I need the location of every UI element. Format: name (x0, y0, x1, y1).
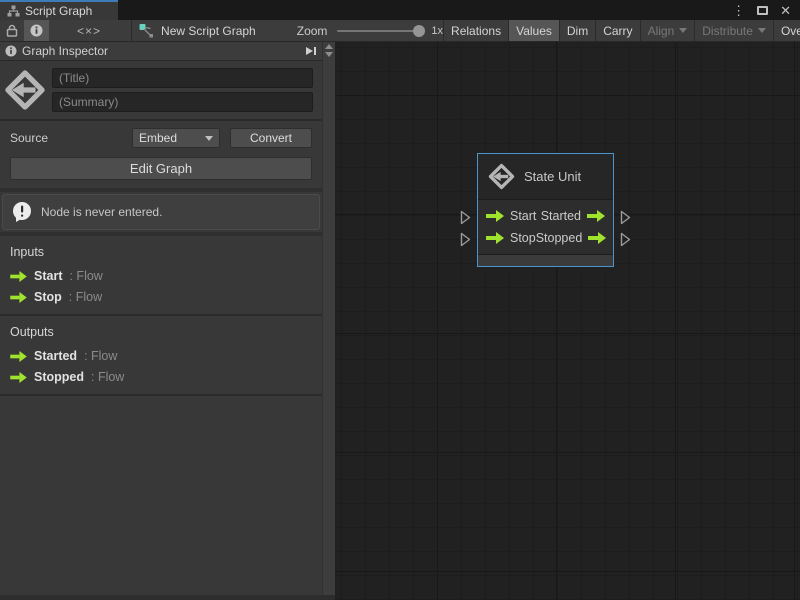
node-ports: Start Started Stop Stopped (478, 200, 613, 254)
state-unit-icon (4, 69, 46, 111)
lock-button[interactable] (0, 20, 24, 42)
code-preview-button[interactable]: <×> (71, 20, 107, 42)
distribute-dropdown[interactable]: Distribute (695, 20, 773, 42)
info-icon (5, 45, 17, 57)
warning-section: Node is never entered. (0, 192, 322, 232)
port-row-started: Started : Flow (10, 349, 312, 363)
dock-panel-icon[interactable] (304, 45, 317, 57)
tab-script-graph[interactable]: Script Graph (0, 0, 118, 20)
node-port-row: Start Started (478, 205, 613, 227)
source-label: Source (10, 131, 132, 145)
inspector-scrollbar[interactable] (322, 42, 335, 595)
flow-arrow-icon (10, 271, 27, 282)
zoom-control: Zoom 1x (297, 24, 443, 38)
chevron-down-icon (679, 28, 687, 33)
input-port-stop[interactable]: Stop (486, 231, 536, 245)
inspector-empty-area (0, 396, 322, 595)
output-port-stopped[interactable]: Stopped (536, 231, 607, 245)
connection-triangle-icon[interactable] (620, 232, 631, 247)
scroll-down-icon[interactable] (325, 52, 333, 57)
edit-graph-button[interactable]: Edit Graph (10, 157, 312, 180)
outputs-header: Outputs (10, 325, 312, 339)
flow-arrow-icon (588, 232, 606, 244)
graph-inspector-panel: Graph Inspector (0, 42, 335, 600)
connection-triangle-icon[interactable] (620, 210, 631, 225)
tab-label: Script Graph (25, 4, 92, 18)
flow-arrow-icon (10, 292, 27, 303)
overview-button[interactable]: Overview (774, 20, 800, 42)
connection-triangle-icon[interactable] (460, 232, 471, 247)
flow-arrow-icon (486, 232, 504, 244)
chevron-down-icon (758, 28, 766, 33)
graph-summary-input[interactable] (52, 92, 313, 112)
script-graph-window: Script Graph ⋮ ✕ <×> New Scrip (0, 0, 800, 600)
source-section: Source Embed Convert Edit Graph (0, 121, 322, 188)
close-icon[interactable]: ✕ (780, 4, 791, 17)
lock-icon (6, 24, 18, 37)
carry-button[interactable]: Carry (596, 20, 639, 42)
tab-bar: Script Graph ⋮ ✕ (0, 0, 800, 20)
inputs-header: Inputs (10, 245, 312, 259)
warning-box: Node is never entered. (2, 194, 320, 230)
scroll-up-icon[interactable] (325, 44, 333, 49)
node-port-row: Stop Stopped (478, 227, 613, 249)
graph-inspector-header: Graph Inspector (0, 42, 322, 61)
zoom-slider-handle[interactable] (413, 25, 425, 37)
outputs-section: Outputs Started : Flow Stopped : Flow (0, 316, 322, 394)
window-controls: ⋮ ✕ (723, 0, 800, 20)
warning-text: Node is never entered. (41, 205, 162, 219)
graph-hierarchy-icon (7, 5, 20, 17)
port-row-start: Start : Flow (10, 269, 312, 283)
source-dropdown[interactable]: Embed (132, 128, 220, 148)
input-port-start[interactable]: Start (486, 209, 536, 223)
dim-button[interactable]: Dim (560, 20, 595, 42)
source-dropdown-value: Embed (139, 131, 177, 145)
zoom-value: 1x (431, 25, 443, 37)
graph-toolbar: <×> New Script Graph Zoom 1x Relations V… (0, 20, 800, 42)
flow-arrow-icon (10, 372, 27, 383)
title-fields (52, 68, 313, 112)
maximize-icon[interactable] (757, 6, 768, 15)
warning-bubble-icon (11, 201, 33, 223)
relations-button[interactable]: Relations (444, 20, 508, 42)
graph-name-label: New Script Graph (161, 24, 256, 38)
node-header[interactable]: State Unit (478, 154, 613, 200)
values-button[interactable]: Values (509, 20, 559, 42)
zoom-slider[interactable] (337, 30, 423, 32)
current-graph-indicator: New Script Graph (132, 20, 263, 42)
flow-arrow-icon (10, 351, 27, 362)
code-sign-icon: <×> (77, 24, 101, 38)
tab-bar-spacer (118, 0, 723, 20)
flow-arrow-icon (587, 210, 605, 222)
graph-inspector-toggle-button[interactable] (24, 20, 49, 42)
convert-button[interactable]: Convert (230, 128, 312, 148)
graph-inspector-content: Graph Inspector (0, 42, 322, 595)
zoom-label: Zoom (297, 24, 328, 38)
node-footer (478, 254, 613, 266)
align-dropdown[interactable]: Align (641, 20, 695, 42)
script-graph-node-icon (139, 23, 154, 38)
panel-title: Graph Inspector (22, 44, 108, 58)
toolbar-right-buttons: Relations Values Dim Carry Align Distrib… (443, 20, 800, 42)
flow-arrow-icon (486, 210, 504, 222)
node-title: State Unit (524, 169, 581, 184)
info-icon (30, 24, 43, 37)
port-row-stopped: Stopped : Flow (10, 370, 312, 384)
graph-title-input[interactable] (52, 68, 313, 88)
chevron-down-icon (205, 136, 213, 141)
menu-kebab-icon[interactable]: ⋮ (732, 4, 745, 17)
state-unit-node[interactable]: State Unit Start Started (477, 153, 614, 267)
output-port-started[interactable]: Started (541, 209, 605, 223)
state-unit-icon (488, 163, 515, 190)
inputs-section: Inputs Start : Flow Stop : Flow (0, 236, 322, 314)
main-area: Graph Inspector (0, 42, 800, 600)
port-row-stop: Stop : Flow (10, 290, 312, 304)
graph-canvas[interactable]: State Unit Start Started (335, 42, 800, 600)
connection-triangle-icon[interactable] (460, 210, 471, 225)
graph-title-section (0, 61, 322, 119)
